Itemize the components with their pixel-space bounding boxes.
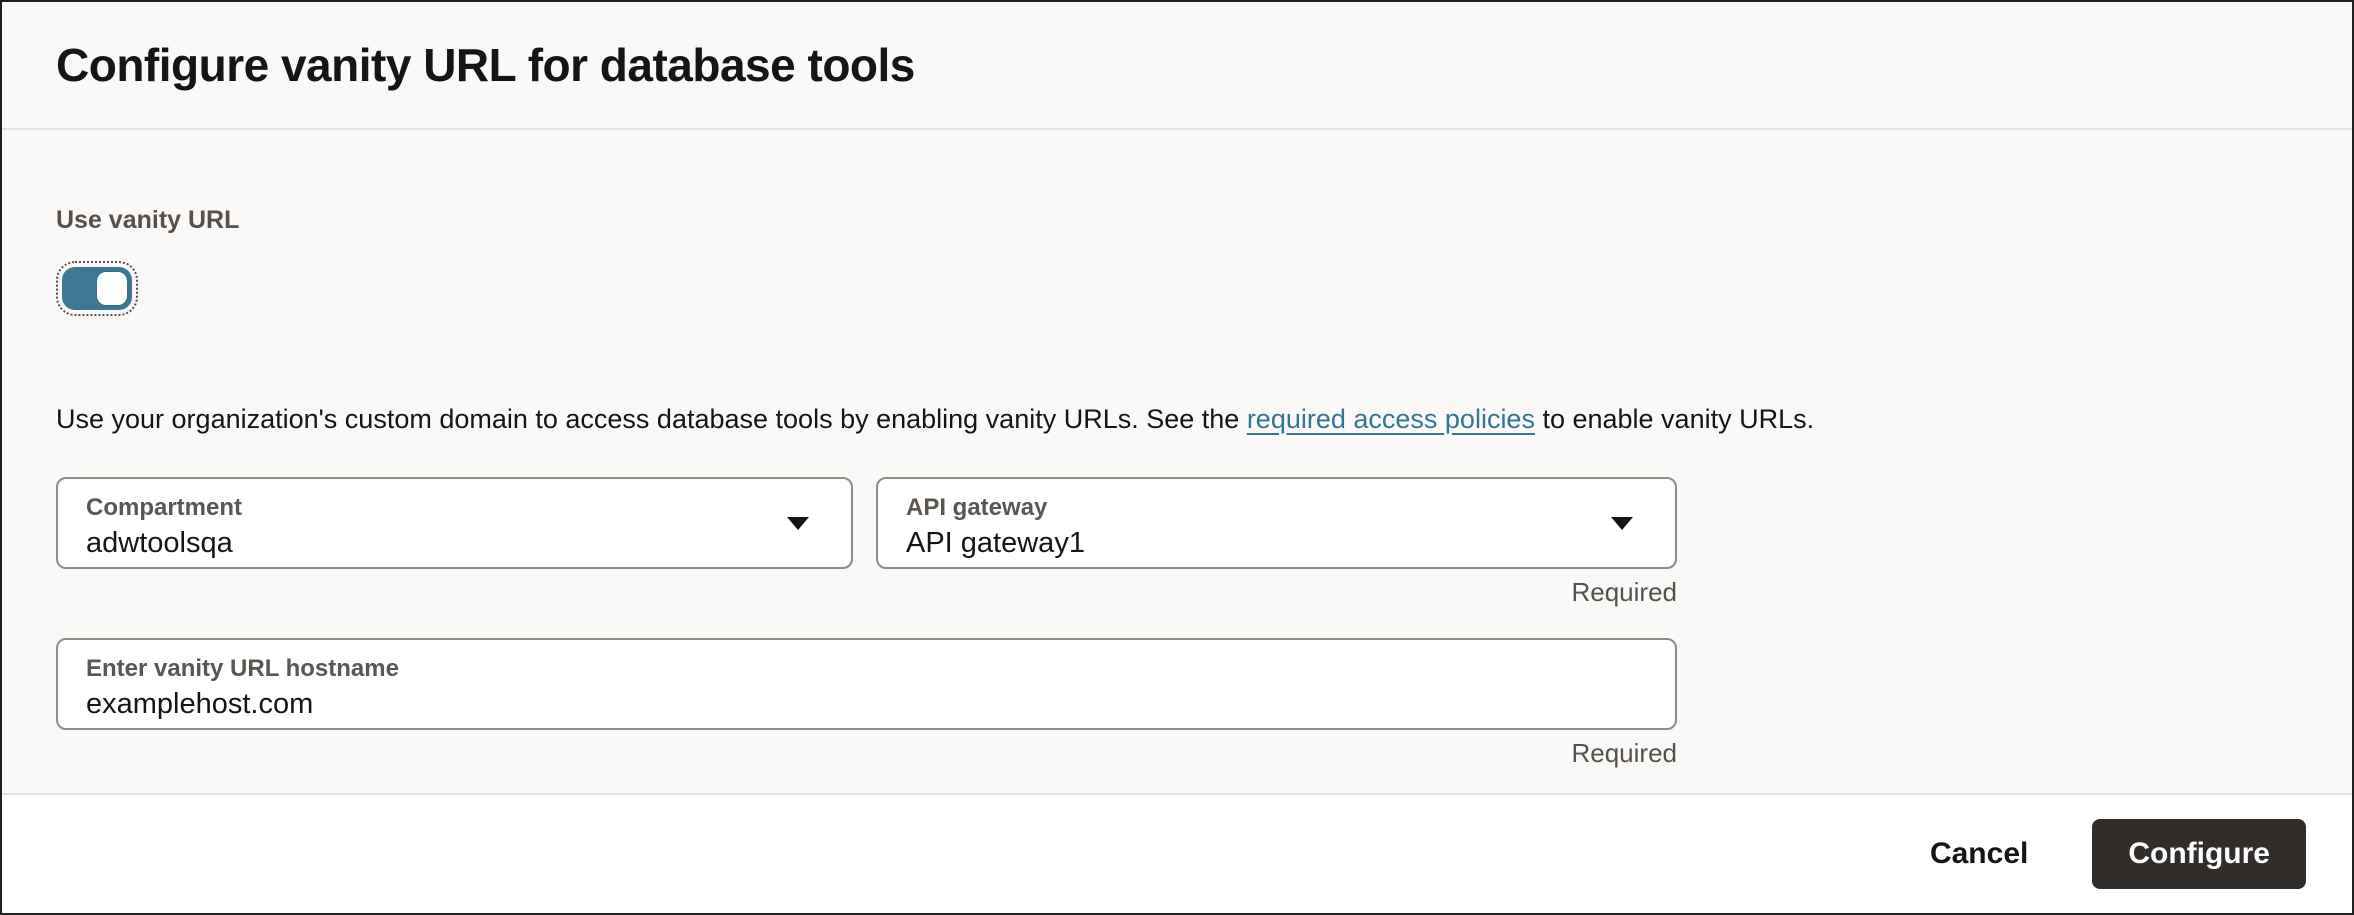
- api-gateway-label: API gateway: [906, 494, 1647, 522]
- caret-down-icon: [787, 517, 809, 530]
- page-title: Configure vanity URL for database tools: [56, 38, 915, 92]
- use-vanity-url-toggle[interactable]: [56, 261, 138, 316]
- api-gateway-selected-value: API gateway1: [906, 527, 1647, 560]
- configure-vanity-url-panel: Configure vanity URL for database tools …: [0, 0, 2354, 915]
- compartment-field-column: Compartment adwtoolsqa: [56, 477, 853, 569]
- description-text-after: to enable vanity URLs.: [1535, 404, 1814, 434]
- caret-down-icon: [1611, 517, 1633, 530]
- api-gateway-field-column: API gateway API gateway1 Required: [876, 477, 1677, 608]
- compartment-selected-value: adwtoolsqa: [86, 527, 823, 560]
- hostname-field-box[interactable]: Enter vanity URL hostname: [56, 638, 1677, 730]
- hostname-label: Enter vanity URL hostname: [86, 655, 1647, 683]
- api-gateway-required-hint: Required: [876, 577, 1677, 608]
- configure-button[interactable]: Configure: [2092, 819, 2306, 889]
- api-gateway-select[interactable]: API gateway API gateway1: [876, 477, 1677, 569]
- required-access-policies-link[interactable]: required access policies: [1247, 404, 1535, 434]
- panel-footer: Cancel Configure: [2, 793, 2352, 913]
- panel-body: Use vanity URL Use your organization's c…: [2, 130, 2352, 793]
- cancel-button[interactable]: Cancel: [1924, 827, 2034, 881]
- hostname-field-column: Enter vanity URL hostname Required: [56, 638, 1677, 769]
- hostname-input[interactable]: [86, 688, 1491, 721]
- toggle-track-icon: [62, 267, 132, 310]
- toggle-knob-icon: [97, 272, 127, 305]
- panel-header: Configure vanity URL for database tools: [2, 2, 2352, 130]
- description-text-before: Use your organization's custom domain to…: [56, 404, 1247, 434]
- compartment-gateway-row: Compartment adwtoolsqa API gateway API g…: [56, 477, 2298, 608]
- compartment-label: Compartment: [86, 494, 823, 522]
- hostname-required-hint: Required: [56, 738, 1677, 769]
- compartment-select[interactable]: Compartment adwtoolsqa: [56, 477, 853, 569]
- vanity-url-description: Use your organization's custom domain to…: [56, 401, 2298, 437]
- use-vanity-url-label: Use vanity URL: [56, 206, 2298, 235]
